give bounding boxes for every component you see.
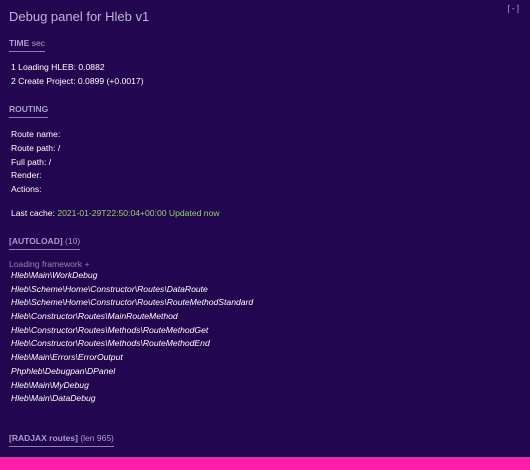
autoload-class-item: Hleb\Main\WorkDebug <box>11 270 98 280</box>
autoload-count: (10) <box>65 236 81 246</box>
collapse-toggle[interactable]: [ - ] <box>507 4 519 13</box>
last-cache-line: Last cache: 2021-01-29T22:50:04+00:00 Up… <box>11 208 220 218</box>
autoload-heading-label: [AUTOLOAD] <box>9 236 63 246</box>
autoload-class-item: Hleb\Main\MyDebug <box>11 379 89 390</box>
autoload-class-item: Phphleb\Debugpan\DPanel <box>11 365 116 376</box>
last-cache-value: 2021-01-29T22:50:04+00:00 Updated now <box>57 208 220 218</box>
autoload-section-heading[interactable]: [AUTOLOAD] (10) <box>9 236 81 250</box>
radjax-heading-label: [RADJAX routes] <box>9 433 78 443</box>
autoload-class-item: Hleb\Main\Errors\ErrorOutput <box>11 352 123 363</box>
time-heading-label: TIME <box>9 38 30 48</box>
routing-section-heading: ROUTING <box>9 104 49 118</box>
loading-framework-label: Loading framework + <box>9 259 90 269</box>
autoload-class-item: Hleb\Scheme\Home\Constructor\Routes\Rout… <box>11 297 254 308</box>
autoload-class-list: Hleb\Main\WorkDebug Hleb\Scheme\Home\Con… <box>11 270 253 407</box>
autoload-class-item: Hleb\Scheme\Home\Constructor\Routes\Data… <box>11 283 208 294</box>
autoload-class-item: Hleb\Constructor\Routes\MainRouteMethod <box>11 311 178 322</box>
time-entry: 2 Create Project: 0.0899 (+0.0017) <box>11 76 144 86</box>
actions-line: Actions: <box>11 184 42 194</box>
debug-panel: Debug panel for Hleb v1 [ - ] TIME sec 1… <box>0 0 530 457</box>
autoload-class-item: Hleb\Main\DataDebug <box>11 393 96 404</box>
autoload-class-item: Hleb\Constructor\Routes\Methods\RouteMet… <box>11 338 210 349</box>
radjax-length: (len 965) <box>80 433 114 443</box>
route-path-line: Route path: / <box>11 143 61 153</box>
route-name-line: Route name: <box>11 129 61 139</box>
time-section-heading: TIME sec <box>9 38 45 52</box>
time-entry: 1 Loading HLEB: 0.0882 <box>11 62 105 72</box>
autoload-class-item: Hleb\Constructor\Routes\Methods\RouteMet… <box>11 324 209 335</box>
render-line: Render: <box>11 170 42 180</box>
bottom-bar <box>0 457 530 470</box>
time-heading-unit: sec <box>31 38 45 48</box>
panel-title: Debug panel for Hleb v1 <box>9 9 150 24</box>
full-path-line: Full path: / <box>11 157 52 167</box>
radjax-section-heading[interactable]: [RADJAX routes] (len 965) <box>9 433 114 447</box>
last-cache-label: Last cache: <box>11 208 55 218</box>
